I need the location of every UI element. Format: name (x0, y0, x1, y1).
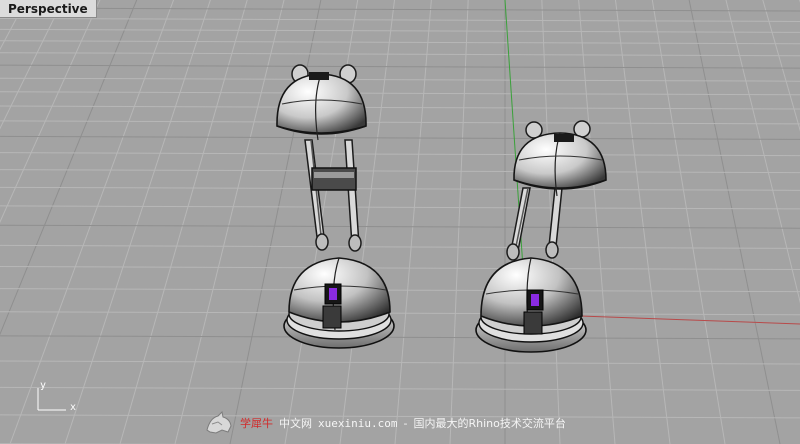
grid-line (0, 135, 800, 140)
axis-indicator: y x (30, 380, 90, 420)
grid-line (505, 0, 800, 444)
grid-line (505, 0, 800, 444)
grid-line (505, 0, 800, 444)
lamp-model-right[interactable] (475, 120, 607, 353)
grid-line (0, 28, 800, 33)
grid-line (505, 0, 800, 444)
grid-line (505, 0, 800, 444)
grid-line (505, 0, 800, 444)
grid-line (0, 105, 800, 110)
lamp-base (283, 257, 395, 349)
watermark-site-label: 中文网 (279, 417, 312, 430)
lamp-arms (506, 187, 563, 261)
grid-line (505, 0, 800, 444)
construction-grid (0, 0, 800, 444)
viewport-title-tab[interactable]: Perspective (0, 0, 97, 18)
grid-line (651, 0, 726, 444)
grid-line (0, 7, 800, 12)
axis-x-label: x (70, 402, 77, 413)
grid-line (0, 360, 800, 365)
grid-line (505, 0, 800, 444)
grid-line (505, 0, 800, 444)
power-switch-icon (329, 288, 337, 300)
rhino-logo-icon (206, 410, 232, 434)
grid-line (505, 0, 800, 444)
watermark-separator: - (403, 416, 408, 430)
axis-icon (37, 388, 66, 411)
grid-line (505, 0, 800, 444)
grid-line (0, 77, 800, 82)
power-switch-icon (531, 294, 539, 306)
grid-line (0, 186, 800, 191)
grid-line (0, 152, 800, 157)
grid-line (0, 288, 800, 293)
lamp-head (276, 64, 367, 141)
watermark-slogan: 国内最大的Rhino技术交流平台 (413, 417, 566, 430)
grid-line (505, 0, 800, 444)
axis-y-label: y (40, 380, 47, 391)
lamp-head (513, 120, 607, 197)
grid-line (0, 224, 800, 229)
grid-line (0, 311, 800, 316)
grid-line (505, 0, 800, 444)
grid-line (0, 64, 800, 69)
grid-line (505, 0, 800, 444)
grid-line (799, 0, 800, 3)
grid-line (0, 120, 800, 125)
grid-line (505, 0, 800, 444)
grid-line (762, 0, 800, 132)
grid-line (505, 0, 800, 444)
grid-line (505, 0, 800, 444)
grid-line (0, 40, 800, 45)
grid-line (505, 0, 800, 444)
grid-line (0, 91, 800, 96)
grid-line (505, 0, 800, 444)
grid-line (0, 244, 800, 249)
lamp-base (475, 257, 587, 353)
grid-line (614, 0, 671, 444)
watermark-url: xuexiniu.com (318, 416, 398, 430)
grid-line (505, 0, 800, 444)
perspective-viewport[interactable]: Perspective y x 学犀牛 中文网 xuexiniu.com - 国… (0, 0, 800, 444)
lamp-arms (304, 139, 362, 252)
grid-line (505, 0, 800, 444)
world-x-axis (579, 315, 800, 325)
grid-line (505, 0, 800, 444)
grid-line (0, 205, 800, 210)
grid-line (505, 0, 800, 444)
grid-line (505, 0, 800, 444)
grid-line (505, 0, 800, 444)
grid-line (505, 0, 800, 444)
watermark: 学犀牛 中文网 xuexiniu.com - 国内最大的Rhino技术交流平台 (204, 410, 624, 436)
grid-line (505, 0, 800, 444)
grid-line (505, 0, 800, 444)
grid-line (0, 17, 800, 22)
grid-line (725, 0, 800, 304)
grid-line (0, 52, 800, 57)
viewport-scene[interactable] (0, 0, 800, 444)
grid-line (505, 0, 800, 444)
watermark-brand: 学犀牛 (240, 417, 273, 430)
grid-line (505, 0, 800, 444)
grid-line (505, 0, 800, 444)
grid-line (0, 335, 800, 340)
grid-line (0, 266, 800, 271)
grid-line (505, 0, 800, 444)
